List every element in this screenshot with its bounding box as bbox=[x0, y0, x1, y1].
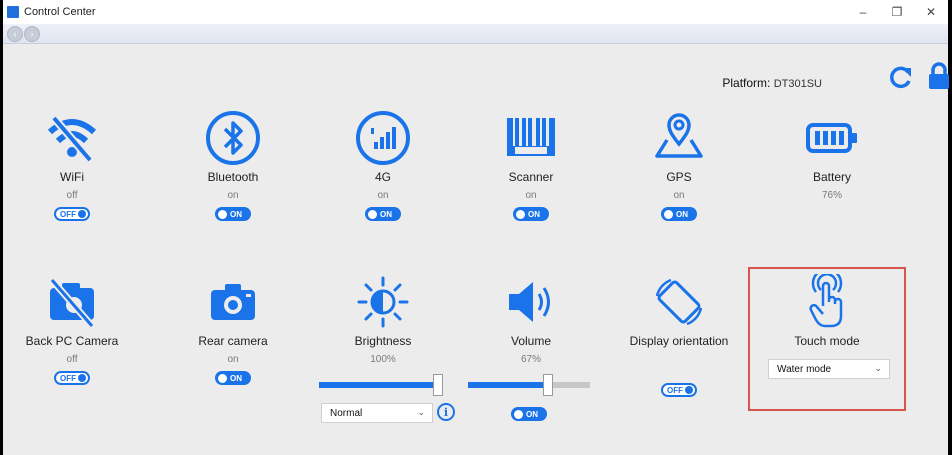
camera-off-icon bbox=[49, 277, 95, 329]
scanner-status: on bbox=[525, 190, 537, 201]
minimize-button[interactable]: – bbox=[846, 0, 880, 24]
window-controls: – ❐ ✕ bbox=[846, 0, 948, 24]
scanner-toggle[interactable]: ON bbox=[513, 207, 549, 221]
touch-mode-select[interactable]: Water mode ⌄ bbox=[768, 359, 890, 379]
restore-button[interactable]: ❐ bbox=[880, 0, 914, 24]
bluetooth-label: Bluetooth bbox=[207, 170, 259, 184]
touch-hand-icon bbox=[809, 274, 843, 328]
volume-slider[interactable] bbox=[468, 374, 590, 396]
volume-label: Volume bbox=[510, 334, 552, 348]
tile-back-camera: Back PC Camera off OFF bbox=[0, 274, 147, 386]
gps-toggle[interactable]: ON bbox=[661, 207, 697, 221]
wifi-status: off bbox=[66, 190, 78, 201]
display-orientation-toggle[interactable]: OFF bbox=[661, 383, 697, 397]
rear-camera-toggle[interactable]: ON bbox=[215, 371, 251, 385]
tile-rear-camera: Rear camera on ON bbox=[158, 274, 308, 388]
volume-icon bbox=[509, 282, 550, 322]
4g-label: 4G bbox=[374, 170, 391, 184]
wifi-off-icon bbox=[47, 115, 97, 163]
wifi-toggle[interactable]: OFF bbox=[54, 207, 90, 221]
lock-icon[interactable] bbox=[928, 62, 950, 90]
nav-bar: ‹ › bbox=[3, 24, 948, 44]
display-orientation-label: Display orientation bbox=[629, 334, 729, 348]
brightness-mode-value: Normal bbox=[330, 407, 363, 419]
cellular-signal-icon bbox=[356, 111, 410, 165]
tile-gps: GPS on ON bbox=[604, 110, 754, 224]
touch-mode-label: Touch mode bbox=[794, 334, 860, 348]
bluetooth-status: on bbox=[227, 190, 239, 201]
forward-button[interactable]: › bbox=[24, 25, 40, 42]
gps-pin-icon bbox=[655, 113, 703, 158]
4g-toggle[interactable]: ON bbox=[365, 207, 401, 221]
camera-icon bbox=[211, 284, 255, 320]
tile-scanner: Scanner on ON bbox=[456, 110, 606, 224]
app-icon bbox=[7, 6, 19, 18]
platform-info: Platform: DT301SU bbox=[722, 76, 822, 90]
control-center-window: Control Center – ❐ ✕ ‹ › Platform: DT301… bbox=[0, 0, 950, 455]
brightness-label: Brightness bbox=[354, 334, 412, 348]
wifi-label: WiFi bbox=[60, 170, 84, 184]
scanner-label: Scanner bbox=[508, 170, 554, 184]
display-orientation-status bbox=[604, 354, 754, 367]
battery-label: Battery bbox=[812, 170, 851, 184]
brightness-slider[interactable] bbox=[319, 374, 443, 396]
back-button[interactable]: ‹ bbox=[7, 25, 23, 42]
refresh-icon[interactable] bbox=[888, 64, 914, 90]
rear-camera-status: on bbox=[227, 354, 239, 365]
info-icon[interactable]: i bbox=[437, 403, 455, 421]
brightness-mode-select[interactable]: Normal ⌄ bbox=[321, 403, 433, 423]
gps-label: GPS bbox=[666, 170, 692, 184]
back-camera-status: off bbox=[66, 354, 78, 365]
title-bar: Control Center – ❐ ✕ bbox=[3, 0, 948, 24]
tile-display-orientation: Display orientation OFF bbox=[604, 274, 754, 398]
tile-bluetooth: Bluetooth on ON bbox=[158, 110, 308, 224]
tile-4g: 4G on ON bbox=[308, 110, 458, 224]
tile-wifi: WiFi off OFF bbox=[0, 110, 147, 222]
back-camera-toggle[interactable]: OFF bbox=[54, 371, 90, 385]
volume-status: 67% bbox=[520, 354, 541, 365]
battery-icon bbox=[806, 123, 857, 153]
rotate-screen-icon bbox=[655, 278, 703, 326]
barcode-icon bbox=[507, 118, 555, 156]
tile-brightness: Brightness 100% bbox=[308, 274, 458, 367]
rear-camera-label: Rear camera bbox=[198, 334, 268, 348]
platform-value: DT301SU bbox=[773, 78, 822, 90]
tile-touch-mode: Touch mode bbox=[752, 274, 902, 350]
volume-thumb[interactable] bbox=[543, 374, 553, 396]
window-title: Control Center bbox=[24, 6, 96, 18]
bluetooth-icon bbox=[206, 111, 260, 165]
tile-volume: Volume 67% bbox=[456, 274, 606, 367]
touch-mode-value: Water mode bbox=[777, 363, 832, 375]
chevron-down-icon: ⌄ bbox=[417, 407, 425, 417]
4g-status: on bbox=[377, 190, 389, 201]
brightness-icon bbox=[357, 276, 409, 328]
bluetooth-toggle[interactable]: ON bbox=[215, 207, 251, 221]
volume-toggle[interactable]: ON bbox=[511, 407, 547, 421]
gps-status: on bbox=[673, 190, 685, 201]
tile-battery: Battery 76% bbox=[757, 110, 907, 203]
brightness-status: 100% bbox=[370, 354, 396, 365]
platform-label: Platform: bbox=[722, 76, 771, 90]
volume-fill bbox=[468, 382, 543, 388]
chevron-down-icon: ⌄ bbox=[874, 363, 882, 373]
battery-status: 76% bbox=[821, 190, 842, 201]
brightness-fill bbox=[319, 382, 433, 388]
back-camera-label: Back PC Camera bbox=[25, 334, 119, 348]
brightness-thumb[interactable] bbox=[433, 374, 443, 396]
close-button[interactable]: ✕ bbox=[914, 0, 948, 24]
